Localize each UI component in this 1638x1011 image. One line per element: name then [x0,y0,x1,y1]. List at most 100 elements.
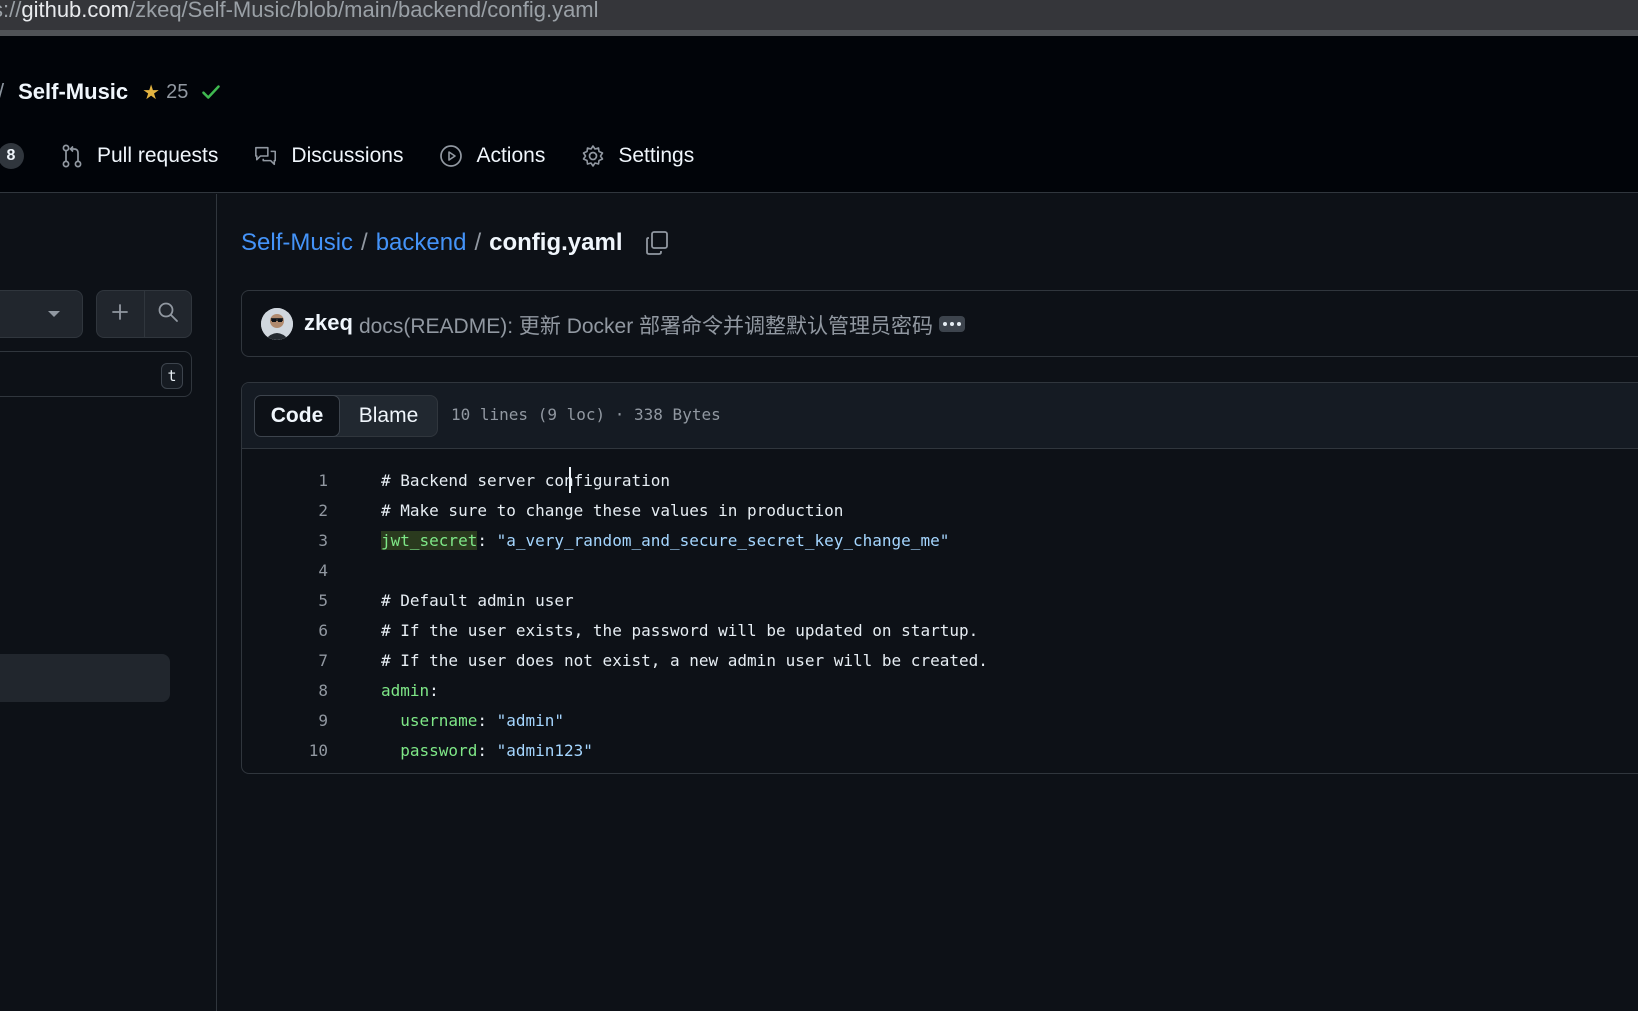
star-count[interactable]: 25 [166,81,188,104]
yaml-indent [381,741,400,760]
check-icon [200,81,222,103]
breadcrumb-separator: / [474,229,482,256]
code-lines[interactable]: 1 # Backend server configuration 2 # Mak… [242,465,1638,765]
code-line: 1 # Backend server configuration [242,465,1638,495]
breadcrumb-repo-link[interactable]: Self-Music [241,229,353,257]
breadcrumb-folder-link[interactable]: backend [376,229,467,257]
search-files-button[interactable] [143,291,192,337]
file-tree-sidebar: t [0,194,217,1011]
yaml-key: admin [381,680,430,700]
tab-settings-label: Settings [618,144,695,167]
line-content: # Make sure to change these values in pr… [381,500,844,520]
repo-name-link[interactable]: Self-Music [18,79,128,105]
code-viewer: Code Blame 10 lines (9 loc) · 338 Bytes … [241,382,1638,774]
tab-actions-label: Actions [476,144,546,167]
code-line: 4 [242,555,1638,585]
add-file-button[interactable] [97,291,144,337]
tab-actions[interactable]: Actions [439,144,545,168]
line-number[interactable]: 1 [242,471,328,490]
star-icon: ★ [142,81,161,104]
commit-message[interactable]: docs(README): 更新 Docker 部署命令并调整默认管理员密码 [359,310,933,340]
yaml-key: password [400,740,478,760]
line-content: password: "admin123" [381,741,593,760]
tab-pull-requests[interactable]: Pull requests [60,144,218,168]
yaml-separator: : [429,680,439,700]
go-to-file-input[interactable]: t [0,351,192,397]
line-number[interactable]: 4 [242,561,328,580]
repo-nav: 8 Pull requests Discussions Actions Sett… [0,136,694,176]
breadcrumb-separator: / [361,229,368,256]
file-breadcrumb: Self-Music / backend / config.yaml [241,225,670,261]
plus-icon [110,302,130,327]
tree-item-selected[interactable] [0,654,170,702]
search-icon [157,301,179,328]
url-text[interactable]: s://github.com/zkeq/Self-Music/blob/main… [0,0,599,23]
yaml-string: "admin" [496,710,565,730]
line-content: admin: [381,681,439,700]
latest-commit-box: zkeq docs(README): 更新 Docker 部署命令并调整默认管理… [241,290,1638,357]
yaml-indent [381,711,400,730]
yaml-string: "admin123" [496,740,593,760]
tab-blame[interactable]: Blame [340,396,437,436]
gear-icon [581,144,605,168]
branch-select[interactable] [0,290,83,338]
comment-discussion-icon [254,144,278,168]
tab-code[interactable]: Code [254,395,340,437]
line-content: jwt_secret: "a_very_random_and_secure_se… [381,530,950,550]
line-number[interactable]: 7 [242,651,328,670]
line-content: # If the user exists, the password will … [381,620,979,640]
copy-icon [646,231,669,255]
url-path: /zkeq/Self-Music/blob/main/backend/confi… [128,0,599,22]
line-number[interactable]: 5 [242,591,328,610]
yaml-separator: : [477,710,497,730]
line-number[interactable]: 2 [242,501,328,520]
text-cursor [569,467,571,493]
tab-discussions[interactable]: Discussions [254,144,403,168]
code-line: 9 username: "admin" [242,705,1638,735]
browser-url-bar[interactable]: s://github.com/zkeq/Self-Music/blob/main… [0,0,1638,30]
yaml-separator: : [477,530,497,550]
tab-discussions-label: Discussions [291,144,404,167]
yaml-key-highlighted: jwt_secret [381,530,478,550]
commit-author[interactable]: zkeq [304,310,353,336]
code-line: 6 # If the user exists, the password wil… [242,615,1638,645]
keyboard-shortcut-hint: t [161,363,183,389]
yaml-key: username [400,710,478,730]
repo-title-row: / Self-Music ★ 25 [0,74,222,110]
line-number[interactable]: 10 [242,741,328,760]
nav-counter-badge[interactable]: 8 [0,143,24,169]
view-mode-toggle: Code Blame [254,395,438,437]
line-number[interactable]: 3 [242,531,328,550]
copy-path-button[interactable] [644,230,670,256]
code-line: 8 admin: [242,675,1638,705]
tab-pull-requests-label: Pull requests [97,144,219,167]
line-number[interactable]: 6 [242,621,328,640]
yaml-separator: : [477,740,497,760]
url-prefix: s:// [0,0,22,22]
tab-settings[interactable]: Settings [581,144,694,168]
commit-expand-button[interactable] [939,316,965,332]
git-pull-request-icon [60,144,84,168]
code-line: 2 # Make sure to change these values in … [242,495,1638,525]
repo-header: / Self-Music ★ 25 8 Pull requests Discus… [0,36,1638,193]
line-content: # Default admin user [381,590,574,610]
file-actions-group [96,290,192,338]
code-line: 3 jwt_secret: "a_very_random_and_secure_… [242,525,1638,555]
code-line: 5 # Default admin user [242,585,1638,615]
url-host: github.com [21,0,129,22]
yaml-string: "a_very_random_and_secure_secret_key_cha… [496,530,950,550]
path-separator: / [0,79,4,105]
line-number[interactable]: 9 [242,711,328,730]
chevron-down-icon [48,311,60,317]
breadcrumb-current-file: config.yaml [489,229,623,256]
line-content: username: "admin" [381,711,564,730]
line-content: # If the user does not exist, a new admi… [381,650,988,670]
code-line: 10 password: "admin123" [242,735,1638,765]
code-line: 7 # If the user does not exist, a new ad… [242,645,1638,675]
play-icon [439,144,463,168]
line-number[interactable]: 8 [242,681,328,700]
code-viewer-header: Code Blame 10 lines (9 loc) · 338 Bytes [242,383,1638,449]
avatar[interactable] [261,308,293,340]
line-content: # Backend server configuration [381,470,670,490]
file-info: 10 lines (9 loc) · 338 Bytes [451,405,721,424]
